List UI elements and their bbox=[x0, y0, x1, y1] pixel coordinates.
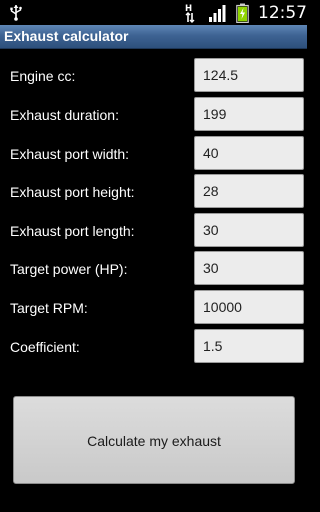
form-row-coefficient: Coefficient: 1.5 bbox=[0, 327, 307, 367]
app-title: Exhaust calculator bbox=[4, 28, 129, 44]
exhaust-port-length-input[interactable]: 30 bbox=[194, 213, 304, 247]
form-row-target-power: Target power (HP): 30 bbox=[0, 249, 307, 289]
usb-icon bbox=[10, 5, 22, 21]
calculate-button-label: Calculate my exhaust bbox=[87, 433, 221, 449]
exhaust-port-width-label: Exhaust port width: bbox=[10, 146, 130, 162]
hsdpa-icon: H bbox=[185, 4, 195, 23]
calculate-button[interactable]: Calculate my exhaust bbox=[13, 396, 295, 484]
exhaust-duration-input[interactable]: 199 bbox=[194, 97, 304, 131]
coefficient-input[interactable]: 1.5 bbox=[194, 329, 304, 363]
form-row-target-rpm: Target RPM: 10000 bbox=[0, 288, 307, 328]
exhaust-port-height-label: Exhaust port height: bbox=[10, 184, 135, 200]
app-title-bar: Exhaust calculator bbox=[0, 25, 307, 49]
form-row-engine-cc: Engine cc: 124.5 bbox=[0, 56, 307, 96]
target-rpm-label: Target RPM: bbox=[10, 300, 88, 316]
exhaust-port-height-input[interactable]: 28 bbox=[194, 174, 304, 208]
battery-icon bbox=[236, 3, 249, 23]
coefficient-label: Coefficient: bbox=[10, 339, 80, 355]
form-row-exhaust-port-width: Exhaust port width: 40 bbox=[0, 134, 307, 174]
signal-icon bbox=[209, 5, 226, 22]
exhaust-duration-label: Exhaust duration: bbox=[10, 107, 119, 123]
network-type-label: H bbox=[185, 4, 192, 14]
target-rpm-input[interactable]: 10000 bbox=[194, 290, 304, 324]
form-row-exhaust-duration: Exhaust duration: 199 bbox=[0, 95, 307, 135]
target-power-label: Target power (HP): bbox=[10, 261, 128, 277]
status-clock: 12:57 bbox=[258, 3, 307, 23]
engine-cc-input[interactable]: 124.5 bbox=[194, 58, 304, 92]
exhaust-port-width-input[interactable]: 40 bbox=[194, 136, 304, 170]
target-power-input[interactable]: 30 bbox=[194, 251, 304, 285]
form-row-exhaust-port-height: Exhaust port height: 28 bbox=[0, 172, 307, 212]
form-row-exhaust-port-length: Exhaust port length: 30 bbox=[0, 211, 307, 251]
exhaust-port-length-label: Exhaust port length: bbox=[10, 223, 135, 239]
status-bar: H 12:57 bbox=[0, 0, 307, 25]
engine-cc-label: Engine cc: bbox=[10, 68, 76, 84]
